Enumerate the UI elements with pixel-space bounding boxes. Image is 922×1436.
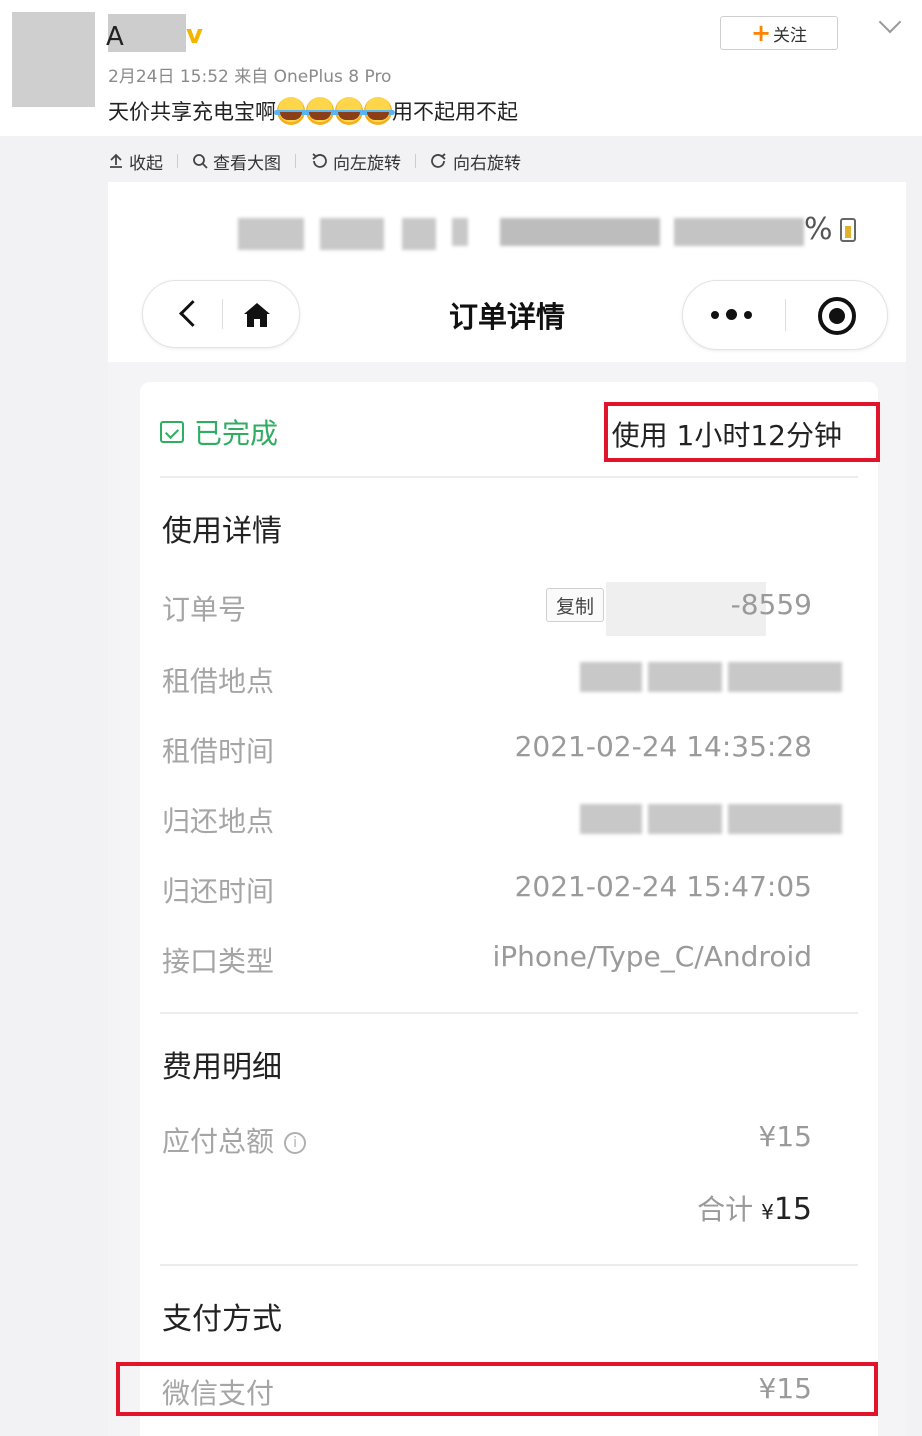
signal-icons-redacted [674,218,804,246]
avatar[interactable] [12,12,95,107]
follow-label: 关注 [773,25,808,46]
upload-arrow-icon [110,153,122,168]
post-meta: 2月24日 15:52 来自 OnePlus 8 Pro [108,67,392,87]
order-number-value: -8559 [730,588,812,621]
rotate-left-button[interactable]: 向左旋转 [310,149,401,174]
rotate-left-label: 向左旋转 [333,153,401,174]
total-value: 15 [773,1192,812,1227]
post-text-before: 天价共享充电宝啊 [108,100,276,124]
username[interactable]: A [106,22,124,52]
return-time-value: 2021-02-24 15:47:05 [514,870,812,903]
divider [160,1012,858,1014]
network-icons-redacted [500,218,660,246]
capsule-divider [785,299,786,331]
usage-section-title: 使用详情 [162,514,282,549]
rental-location-redacted [728,662,842,692]
rental-time-label: 租借时间 [162,735,275,768]
laugh-cry-emoji-icon [302,97,337,125]
view-large-button[interactable]: 查看大图 [192,149,281,174]
divider [160,476,858,478]
return-location-redacted [728,804,842,834]
verified-badge-icon: v [186,20,203,50]
status-text: 已完成 [194,417,279,450]
close-miniprogram-icon[interactable] [818,297,856,335]
post-text-after: 用不起用不起 [392,100,518,124]
image-toolbar: 收起 查看大图 向左旋转 向右旋转 [108,146,521,176]
payable-total-row: 应付总额 i [162,1120,307,1160]
total-label: 合计 [697,1193,754,1226]
grand-total: 合计 ¥15 [697,1188,812,1228]
connector-type-value: iPhone/Type_C/Android [492,940,813,973]
toolbar-divider [295,154,296,168]
return-location-redacted [648,804,722,834]
return-time-label: 归还时间 [162,875,275,908]
payment-section-title: 支付方式 [162,1302,282,1337]
laugh-cry-emoji-icon [273,97,308,125]
battery-icon [840,218,856,242]
order-number-label: 订单号 [162,593,247,626]
order-screenshot[interactable]: % 订单详情 已完成 使用 1小时12分钟 使用详情 订单号 复制 -8559 … [108,182,906,1436]
rotate-right-label: 向右旋转 [453,153,521,174]
phone-header: % 订单详情 [108,182,906,362]
chevron-down-icon[interactable] [878,10,902,34]
rental-location-redacted [580,662,642,692]
collapse-label: 收起 [129,153,163,174]
status-bar-redacted [238,218,304,250]
duration-highlight-box [604,402,880,462]
status-bar-redacted [402,218,436,250]
post-text: 天价共享充电宝啊 用不起用不起 [108,96,518,126]
return-location-redacted [580,804,642,834]
rotate-left-icon [312,153,327,168]
fee-section-title: 费用明细 [162,1050,282,1085]
laugh-cry-emoji-icon [360,97,395,125]
post-header: A v 2月24日 15:52 来自 OnePlus 8 Pro 天价共享充电宝… [0,0,922,136]
payable-total-label: 应付总额 [162,1125,275,1158]
payment-highlight-box [116,1362,878,1416]
order-detail-card: 已完成 使用 1小时12分钟 使用详情 订单号 复制 -8559 租借地点 租借… [140,382,880,1436]
copy-button[interactable]: 复制 [546,588,604,622]
payable-total-value: ¥15 [758,1120,812,1153]
status-bar-redacted [452,218,468,246]
laugh-cry-emoji-icon [331,97,366,125]
check-calendar-icon [160,421,184,443]
order-status: 已完成 [160,412,278,452]
total-currency: ¥ [761,1200,774,1224]
info-icon[interactable]: i [284,1132,307,1154]
collapse-button[interactable]: 收起 [108,149,163,174]
search-icon [193,154,208,169]
toolbar-divider [177,154,178,168]
toolbar-divider [415,154,416,168]
miniprogram-capsule [682,280,888,350]
divider [160,1264,858,1266]
view-large-label: 查看大图 [213,153,281,174]
follow-button[interactable]: + 关注 [720,16,838,50]
connector-type-label: 接口类型 [162,945,275,978]
rotate-right-icon [431,153,446,168]
more-options-icon[interactable] [711,309,752,320]
rental-location-label: 租借地点 [162,665,275,698]
status-bar-redacted [320,218,384,250]
plus-icon: + [750,19,772,47]
rotate-right-button[interactable]: 向右旋转 [430,149,521,174]
battery-percent-symbol: % [804,212,833,247]
rental-time-value: 2021-02-24 14:35:28 [514,730,812,763]
rental-location-redacted [648,662,722,692]
return-location-label: 归还地点 [162,805,275,838]
